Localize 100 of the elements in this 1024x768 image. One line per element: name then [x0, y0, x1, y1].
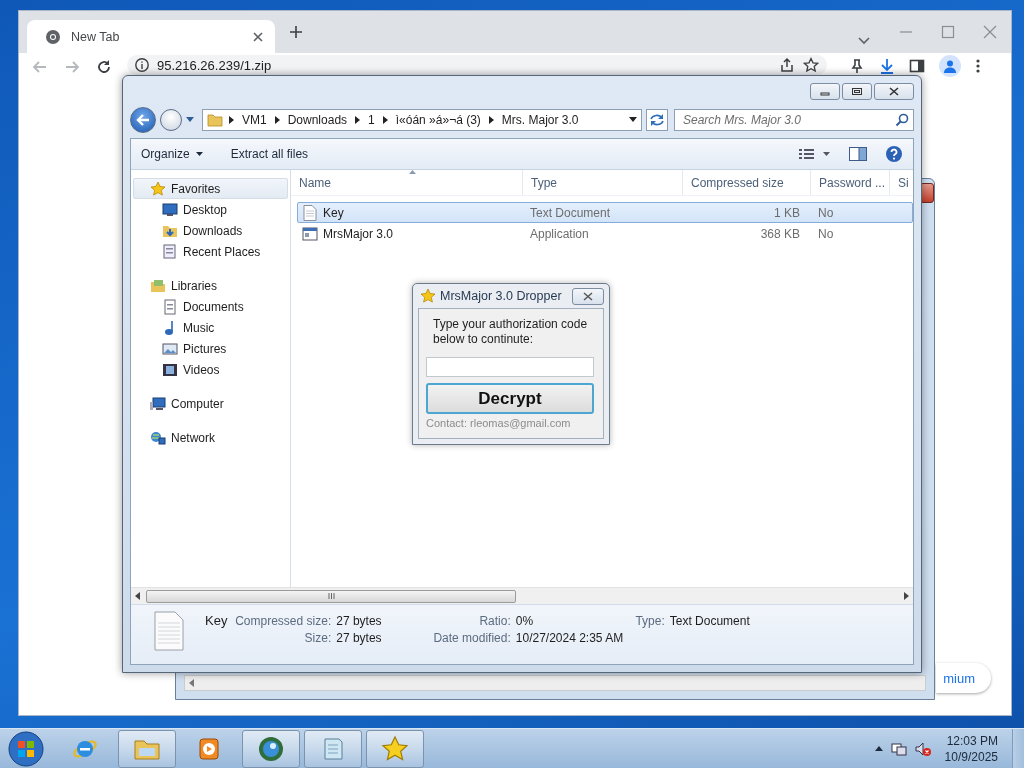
breadcrumb-arrow-icon[interactable]: [229, 116, 234, 124]
desktop-icon: [162, 201, 178, 218]
file-type: Text Document: [529, 205, 612, 220]
breadcrumb-bar[interactable]: VM1 Downloads 1 ì«óán »á»¬á (3) Mrs. Major 3.0: [202, 109, 642, 131]
breadcrumb-item[interactable]: Downloads: [285, 113, 350, 127]
breadcrumb-arrow-icon[interactable]: [274, 116, 280, 124]
breadcrumb-arrow-icon[interactable]: [488, 116, 494, 124]
column-header[interactable]: Password ...: [811, 170, 890, 195]
menu-button[interactable]: Organize: [141, 147, 203, 161]
breadcrumb-item[interactable]: ì«óán »á»¬á (3): [393, 113, 483, 127]
close-icon[interactable]: [983, 25, 997, 39]
nav-label: Desktop: [183, 202, 228, 217]
start-button[interactable]: [6, 728, 46, 768]
preview-pane-icon[interactable]: [849, 147, 867, 161]
taskbar-button[interactable]: [242, 729, 300, 768]
column-header[interactable]: Type: [523, 170, 683, 195]
close-button[interactable]: [874, 83, 914, 100]
detail-value: 27 bytes: [336, 614, 383, 628]
file-row[interactable]: MrsMajor 3.0 Application 368 KB No: [297, 223, 913, 244]
column-header[interactable]: Si: [890, 170, 913, 195]
prompt-text: Type your authorization code below to continute:: [433, 317, 589, 347]
network-icon[interactable]: [890, 740, 907, 757]
address-bar[interactable]: 95.216.26.239/1.zip: [127, 55, 827, 75]
maximize-icon[interactable]: [941, 25, 955, 39]
scroll-left-icon[interactable]: [135, 592, 140, 600]
nav-item[interactable]: Computer: [133, 393, 288, 414]
detail-label: Type:: [635, 614, 665, 628]
close-icon[interactable]: [251, 29, 265, 44]
detail-label: Compressed size:: [234, 614, 332, 628]
view-list-icon[interactable]: [799, 148, 831, 160]
help-icon[interactable]: [885, 145, 903, 163]
nav-label: Network: [171, 430, 215, 445]
detail-value: Text Document: [669, 614, 750, 628]
side-panel-icon[interactable]: [909, 58, 925, 74]
nav-item[interactable]: Desktop: [133, 199, 288, 220]
info-icon: [135, 58, 149, 72]
dialog-title: MrsMajor 3.0 Dropper: [440, 289, 563, 303]
horizontal-scrollbar[interactable]: [131, 587, 913, 604]
scrollbar[interactable]: [184, 675, 926, 691]
menu-icon[interactable]: [975, 58, 981, 74]
breadcrumb-item[interactable]: VM1: [240, 113, 269, 127]
dropdown-icon[interactable]: [629, 117, 637, 123]
detail-value: 10/27/2024 2:35 AM: [515, 631, 624, 645]
nav-item[interactable]: Videos: [133, 359, 288, 380]
show-hidden-icon[interactable]: [874, 746, 883, 751]
taskbar-button[interactable]: [118, 729, 176, 768]
taskbar-button[interactable]: [304, 729, 362, 768]
application-icon: [302, 225, 318, 242]
code-input-field[interactable]: [426, 357, 594, 377]
reload-icon[interactable]: [95, 58, 113, 76]
nav-item[interactable]: Favorites: [133, 178, 288, 199]
maximize-button[interactable]: [842, 83, 872, 100]
nav-item[interactable]: Libraries: [133, 275, 288, 296]
contact-text: Contact: rleomas@gmail.com: [426, 417, 572, 429]
breadcrumb-item[interactable]: Mrs. Major 3.0: [499, 113, 581, 127]
toolbar-button[interactable]: Extract all files: [230, 147, 309, 161]
nav-label: Pictures: [183, 341, 227, 356]
volume-muted-icon[interactable]: [914, 740, 931, 757]
scroll-thumb[interactable]: [146, 589, 516, 603]
breadcrumb-arrow-icon[interactable]: [382, 116, 388, 124]
breadcrumb-item[interactable]: 1: [366, 113, 377, 127]
network-icon: [150, 429, 166, 446]
search-input[interactable]: Search Mrs. Major 3.0: [683, 113, 895, 127]
back-button[interactable]: [130, 107, 156, 133]
close-button[interactable]: [572, 287, 604, 305]
share-icon[interactable]: [779, 57, 795, 73]
nav-item[interactable]: Downloads: [133, 220, 288, 241]
nav-item[interactable]: Pictures: [133, 338, 288, 359]
download-icon[interactable]: [879, 58, 895, 74]
person-icon: [943, 59, 957, 73]
forward-button[interactable]: [160, 109, 182, 131]
nav-item[interactable]: Network: [133, 427, 288, 448]
page-button[interactable]: mium: [936, 663, 991, 693]
star-icon: [420, 288, 436, 304]
restore-icon: [851, 87, 863, 96]
globe-icon: [257, 734, 285, 763]
profile-button[interactable]: [939, 55, 961, 77]
pin-icon[interactable]: [849, 58, 865, 74]
nav-item[interactable]: Music: [133, 317, 288, 338]
libraries-icon: [150, 277, 166, 294]
search-field[interactable]: Search Mrs. Major 3.0: [674, 109, 914, 131]
star-icon[interactable]: [803, 57, 819, 73]
refresh-button[interactable]: [646, 109, 668, 131]
column-header[interactable]: Compressed size: [683, 170, 811, 195]
breadcrumb-arrow-icon[interactable]: [355, 116, 361, 124]
file-row[interactable]: Key Text Document 1 KB No: [297, 202, 913, 223]
scroll-right-icon[interactable]: [904, 592, 909, 600]
nav-item[interactable]: Documents: [133, 296, 288, 317]
decrypt-button[interactable]: Decrypt: [426, 383, 594, 414]
sort-arrow-icon[interactable]: [409, 170, 416, 174]
file-password: No: [817, 205, 835, 220]
scroll-left-icon: [189, 679, 195, 687]
taskbar-button[interactable]: [366, 729, 424, 768]
nav-label: Computer: [171, 396, 224, 411]
file-size: 1 KB: [773, 205, 800, 220]
nav-label: Downloads: [183, 223, 243, 238]
nav-label: Music: [183, 320, 215, 335]
detail-value: 0%: [515, 614, 535, 628]
browser-tab[interactable]: New Tab: [27, 20, 275, 53]
nav-item[interactable]: Recent Places: [133, 241, 288, 262]
